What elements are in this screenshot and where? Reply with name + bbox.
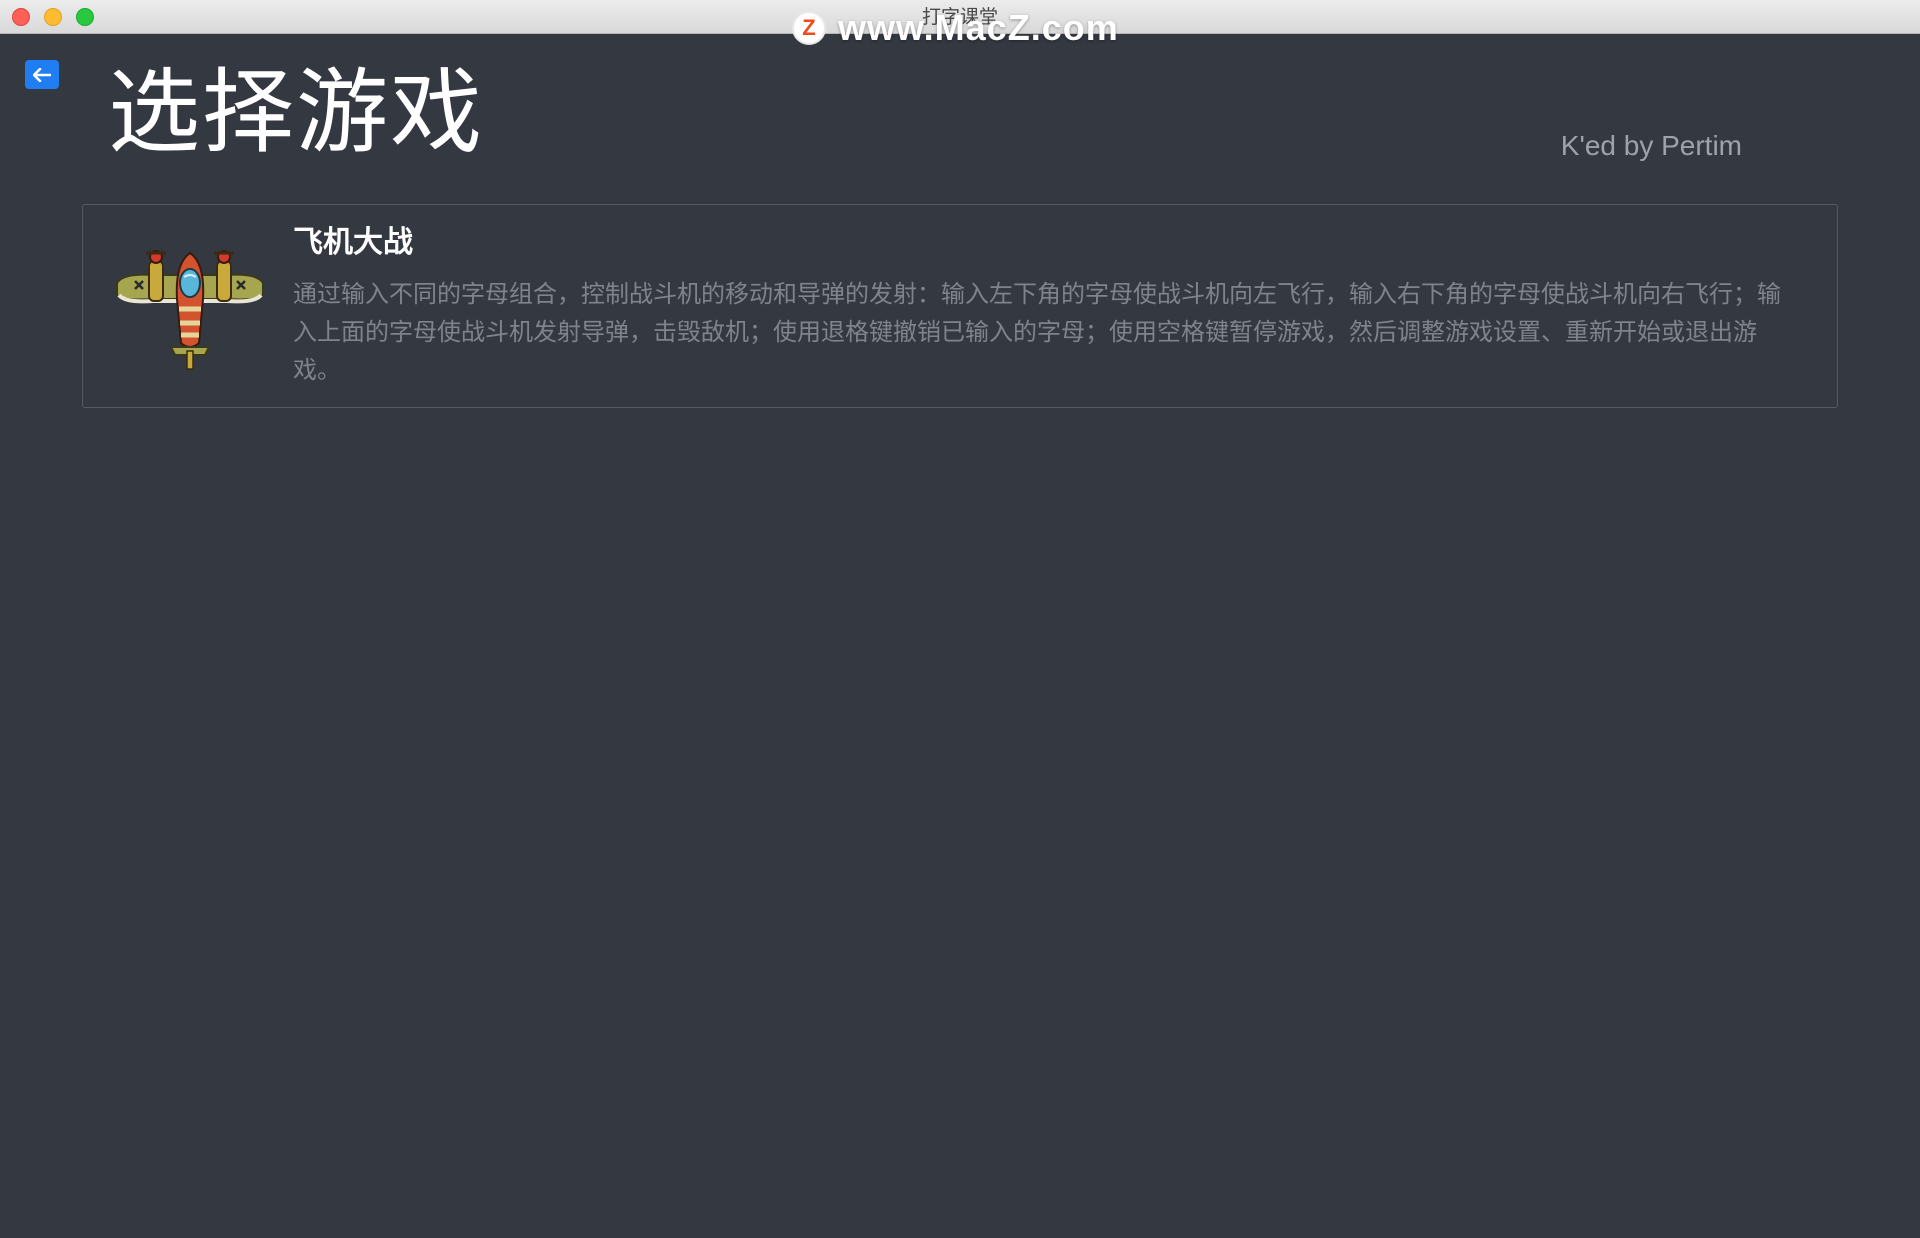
page-title: 选择游戏 [108, 59, 485, 166]
watermark-text: www.MacZ.com [838, 7, 1119, 48]
credit-text: K'ed by Pertim [1560, 130, 1742, 161]
watermark-logo-letter: Z [802, 15, 816, 40]
game-title: 飞机大战 [293, 225, 413, 260]
game-description: 通过输入不同的字母组合，控制战斗机的移动和导弹的发射：输入左下角的字母使战斗机向… [293, 280, 1781, 384]
watermark-logo-icon: Z [792, 11, 826, 45]
app-window: 打字课堂 Z www.MacZ.com 选择游戏 K'ed by Pertim [0, 0, 1920, 1238]
airplane-icon [116, 250, 264, 370]
game-card-airplane[interactable]: 飞机大战 通过输入不同的字母组合，控制战斗机的移动和导弹的发射：输入左下角的字母… [82, 204, 1838, 408]
arrow-left-icon [33, 67, 51, 82]
back-button[interactable] [25, 60, 59, 89]
watermark: Z www.MacZ.com [792, 7, 1119, 48]
